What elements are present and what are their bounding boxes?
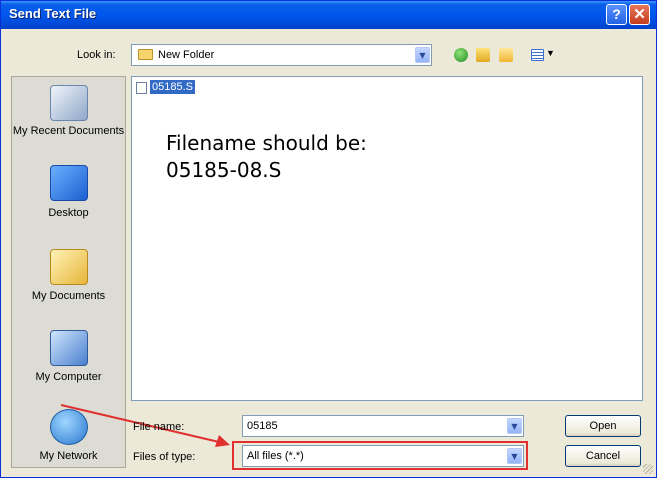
my-computer-icon bbox=[50, 330, 88, 366]
look-in-label: Look in: bbox=[77, 49, 116, 61]
view-menu-arrow-icon[interactable]: ▼ bbox=[546, 48, 555, 58]
up-one-level-icon[interactable] bbox=[476, 48, 490, 62]
annotation-line-2: 05185-08.S bbox=[166, 158, 282, 182]
place-label: My Computer bbox=[35, 371, 102, 383]
close-button[interactable]: ✕ bbox=[629, 4, 650, 25]
open-button[interactable]: Open bbox=[565, 415, 641, 437]
new-folder-icon[interactable] bbox=[499, 48, 513, 62]
place-label: My Recent Documents bbox=[12, 125, 125, 137]
annotation-highlight-box bbox=[232, 441, 528, 470]
place-label: My Network bbox=[39, 450, 98, 462]
file-list[interactable]: 05185.S bbox=[131, 76, 643, 401]
my-network-icon bbox=[50, 409, 88, 445]
cancel-button[interactable]: Cancel bbox=[565, 445, 641, 467]
chevron-down-icon[interactable]: ▼ bbox=[415, 47, 430, 63]
back-icon[interactable] bbox=[454, 48, 468, 62]
look-in-dropdown[interactable]: New Folder ▼ bbox=[131, 44, 432, 66]
title-bar[interactable]: Send Text File ? ✕ bbox=[1, 1, 656, 29]
window-title: Send Text File bbox=[9, 6, 97, 21]
send-text-file-dialog: Send Text File ? ✕ Look in: New Folder ▼… bbox=[0, 0, 657, 478]
help-button[interactable]: ? bbox=[606, 4, 627, 25]
view-menu-icon[interactable] bbox=[531, 49, 544, 61]
places-bar: My Recent Documents Desktop My Documents… bbox=[11, 76, 126, 468]
look-in-value: New Folder bbox=[158, 49, 215, 61]
file-name-value: 05185 bbox=[247, 420, 278, 432]
annotation-line-1: Filename should be: bbox=[166, 131, 367, 155]
folder-icon bbox=[138, 49, 153, 60]
file-name-label: File name: bbox=[133, 421, 185, 433]
file-type-label: Files of type: bbox=[133, 451, 196, 463]
chevron-down-icon[interactable]: ▼ bbox=[507, 418, 522, 434]
my-documents-icon bbox=[50, 249, 88, 285]
resize-grip[interactable] bbox=[643, 464, 653, 474]
recent-documents-icon bbox=[50, 85, 88, 121]
file-name: 05185.S bbox=[150, 80, 195, 94]
file-name-combobox[interactable]: 05185 ▼ bbox=[242, 415, 524, 437]
text-file-icon bbox=[136, 82, 147, 94]
place-label: Desktop bbox=[48, 207, 89, 219]
place-label: My Documents bbox=[31, 290, 106, 302]
desktop-icon bbox=[50, 165, 88, 201]
